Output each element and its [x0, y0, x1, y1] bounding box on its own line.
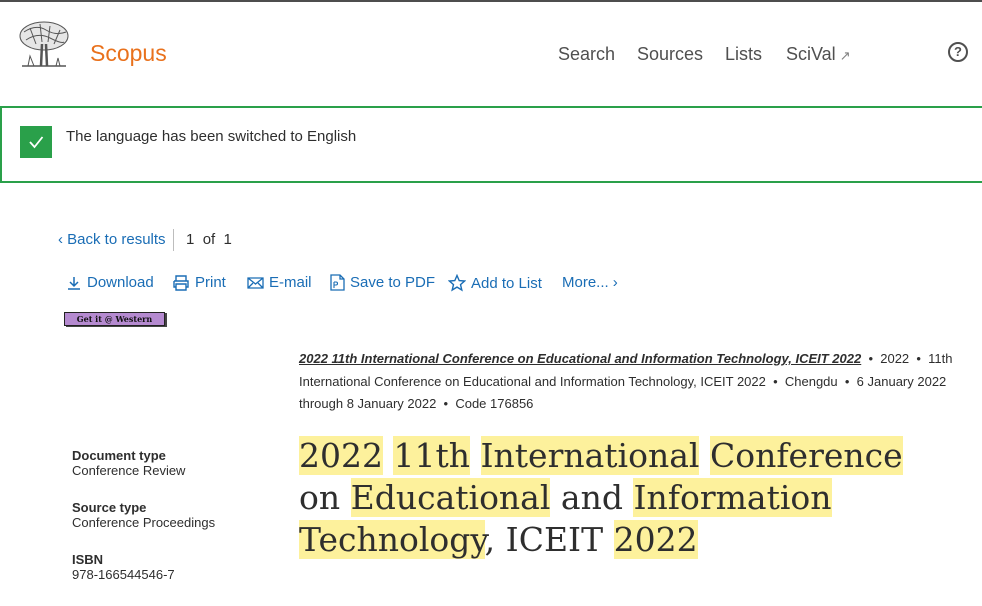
document-type-label: Document type [72, 448, 166, 463]
printer-icon [173, 274, 189, 291]
title-word: and [560, 478, 623, 517]
more-menu-button[interactable]: More... › [562, 274, 618, 291]
title-word: Technology [299, 520, 485, 559]
help-icon[interactable]: ? [948, 42, 968, 62]
conference-location: Chengdu [784, 373, 838, 389]
download-button[interactable]: Download [66, 274, 154, 291]
of-label: of [202, 231, 216, 248]
nav-scival[interactable]: SciVal ↗ [786, 44, 851, 65]
save-to-pdf-label: Save to PDF [350, 274, 436, 291]
document-type-value: Conference Review [72, 463, 186, 478]
back-to-results-label: Back to results [67, 231, 166, 248]
conference-code: Code 176856 [455, 396, 534, 411]
title-word: 11th [393, 436, 470, 475]
pdf-icon [330, 274, 345, 291]
current-result: 1 [186, 231, 195, 248]
language-notification-banner: The language has been switched to Englis… [0, 106, 982, 183]
external-link-icon: ↗ [839, 48, 851, 63]
scopus-brand[interactable]: Scopus [90, 40, 167, 67]
elsevier-tree-logo[interactable] [16, 20, 72, 72]
result-pager: 1 of 1 [186, 231, 232, 248]
nav-scival-label: SciVal [786, 44, 836, 64]
print-button[interactable]: Print [172, 274, 226, 291]
document-type-block: Document type Conference Review [72, 448, 185, 478]
get-it-western-button[interactable]: Get it @ Western [64, 312, 165, 326]
title-word: Educational [350, 478, 551, 517]
chevron-right-icon: › [612, 274, 618, 291]
title-word: ICEIT [505, 520, 604, 559]
more-label: More... [562, 274, 609, 291]
nav-lists[interactable]: Lists [725, 44, 762, 65]
isbn-block: ISBN 978-166544546-7 [72, 552, 175, 582]
divider [173, 229, 174, 251]
email-label: E-mail [269, 274, 312, 291]
title-word: on [299, 478, 341, 517]
total-results: 1 [223, 231, 232, 248]
chevron-left-icon: ‹ [58, 231, 63, 248]
isbn-value: 978-166544546-7 [72, 567, 175, 582]
envelope-icon [247, 276, 264, 289]
download-icon [68, 276, 80, 290]
source-year: 2022 [880, 351, 910, 366]
email-button[interactable]: E-mail [247, 274, 312, 291]
star-icon [448, 274, 466, 292]
source-type-block: Source type Conference Proceedings [72, 500, 215, 530]
add-to-list-button[interactable]: Add to List [448, 274, 542, 292]
title-word: 2022 [613, 520, 698, 559]
title-word: International [480, 436, 700, 475]
nav-sources[interactable]: Sources [637, 44, 703, 65]
title-word: Information [633, 478, 832, 517]
checkmark-icon [20, 126, 52, 158]
save-to-pdf-button[interactable]: Save to PDF [330, 274, 435, 291]
title-word: Conference [709, 436, 903, 475]
conference-source-link[interactable]: 2022 11th International Conference on Ed… [299, 351, 861, 366]
back-to-results-link[interactable]: ‹ Back to results [58, 231, 166, 248]
title-word: 2022 [299, 436, 383, 475]
top-border [0, 0, 982, 2]
document-title: 2022 11th International Conference on Ed… [299, 435, 939, 561]
add-to-list-label: Add to List [471, 274, 542, 292]
nav-search[interactable]: Search [558, 44, 615, 65]
print-label: Print [195, 274, 226, 291]
isbn-label: ISBN [72, 552, 104, 567]
download-label: Download [87, 274, 154, 291]
source-info: 2022 11th International Conference on Ed… [299, 351, 953, 411]
source-type-value: Conference Proceedings [72, 515, 216, 530]
source-type-label: Source type [72, 500, 147, 515]
title-word: , [484, 520, 496, 559]
notification-message: The language has been switched to Englis… [66, 128, 357, 145]
